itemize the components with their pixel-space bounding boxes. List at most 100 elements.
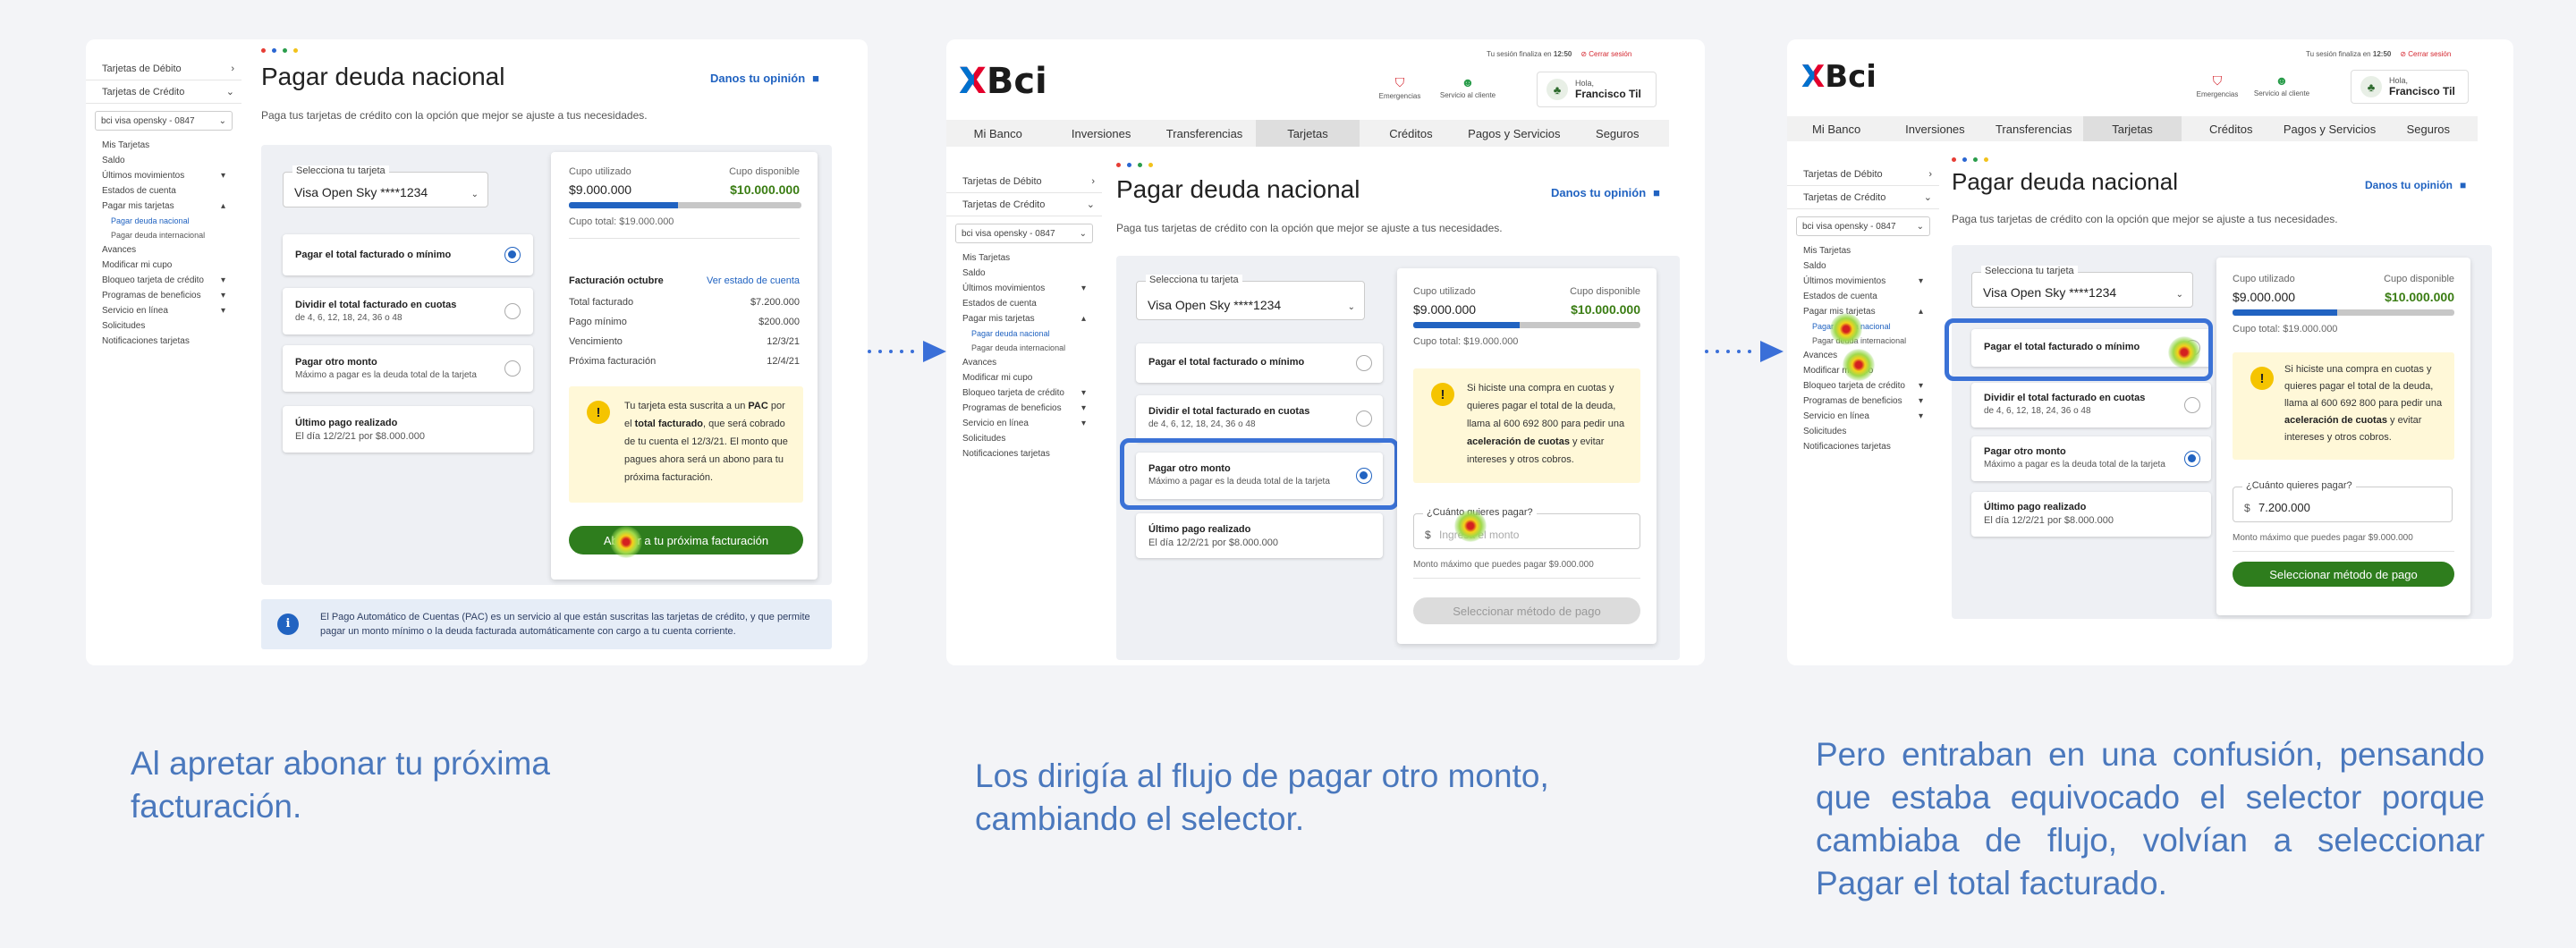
sidebar-link[interactable]: Mis Tarjetas — [946, 250, 1102, 266]
nav-pagos[interactable]: Pagos y Servicios — [1462, 120, 1565, 147]
radio-cuotas[interactable] — [1356, 411, 1372, 427]
nav-transferencias[interactable]: Transferencias — [1153, 120, 1256, 147]
nav-tarjetas[interactable]: Tarjetas — [2082, 116, 2182, 141]
sidebar-link[interactable]: Notificaciones tarjetas — [946, 446, 1102, 461]
radio-cuotas[interactable] — [2184, 397, 2200, 413]
info-icon: i — [277, 614, 299, 635]
sidebar-link[interactable]: Estados de cuenta — [1787, 289, 1939, 304]
option-total[interactable]: Pagar el total facturado o mínimo — [1136, 343, 1383, 383]
emergency-button[interactable]: ⛉ Emergencias — [2186, 73, 2249, 98]
sidebar-link[interactable]: Modificar mi cupo — [86, 258, 242, 273]
nav-creditos[interactable]: Créditos — [1360, 120, 1462, 147]
sidebar-link[interactable]: Solicitudes — [946, 431, 1102, 446]
sidebar-link[interactable]: Programas de beneficios ▾ — [1787, 394, 1939, 409]
user-menu[interactable]: ♣ Hola, Francisco Til — [1537, 72, 1657, 107]
sidebar-credito[interactable]: Tarjetas de Crédito ⌄ — [1787, 186, 1939, 209]
sidebar-link[interactable]: Últimos movimientos ▾ — [1787, 274, 1939, 289]
option-cuotas[interactable]: Dividir el total facturado en cuotas de … — [1971, 383, 2211, 427]
customer-service-button[interactable]: ☻ Servicio al cliente — [2250, 73, 2313, 97]
customer-service-button[interactable]: ☻ Servicio al cliente — [1436, 75, 1499, 99]
sidebar-link[interactable]: Avances — [946, 355, 1102, 370]
abonar-button[interactable]: Abonar a tu próxima facturación — [569, 526, 803, 554]
opinion-link[interactable]: Danos tu opinión — [1551, 186, 1660, 199]
sidebar-link[interactable]: Notificaciones tarjetas — [1787, 439, 1939, 454]
sidebar-card-select[interactable]: bci visa opensky - 0847 ⌄ — [1796, 216, 1930, 236]
metodo-pago-button[interactable]: Seleccionar método de pago — [2233, 562, 2454, 587]
metodo-pago-button[interactable]: Seleccionar método de pago — [1413, 597, 1640, 624]
sidebar-link[interactable]: Servicio en línea ▾ — [1787, 409, 1939, 424]
nav-seguros[interactable]: Seguros — [2379, 116, 2478, 141]
sidebar-link[interactable]: Notificaciones tarjetas — [86, 334, 242, 349]
sidebar-link[interactable]: Mis Tarjetas — [1787, 243, 1939, 258]
card-select[interactable]: Selecciona tu tarjeta Visa Open Sky ****… — [1971, 266, 2193, 308]
opinion-link[interactable]: Danos tu opinión — [710, 72, 819, 85]
option-otro[interactable]: Pagar otro monto Máximo a pagar es la de… — [283, 345, 533, 392]
option-cuotas[interactable]: Dividir el total facturado en cuotas de … — [283, 288, 533, 334]
sidebar-link[interactable]: Avances — [86, 242, 242, 258]
nav-mi-banco[interactable]: Mi Banco — [1787, 116, 1885, 141]
sidebar-link[interactable]: Pagar mis tarjetas ▴ — [86, 199, 242, 214]
sidebar-link[interactable]: Programas de beneficios ▾ — [946, 401, 1102, 416]
nav-transferencias[interactable]: Transferencias — [1985, 116, 2083, 141]
sidebar-link[interactable]: Saldo — [86, 153, 242, 168]
sidebar-debito[interactable]: Tarjetas de Débito › — [86, 57, 242, 80]
sidebar-link[interactable]: Servicio en línea ▾ — [946, 416, 1102, 431]
sidebar-link[interactable]: Últimos movimientos ▾ — [946, 281, 1102, 296]
logout-link[interactable]: ⊘ Cerrar sesión — [2400, 50, 2451, 58]
emergency-button[interactable]: ⛉ Emergencias — [1368, 75, 1431, 100]
nav-seguros[interactable]: Seguros — [1566, 120, 1669, 147]
option-otro[interactable]: Pagar otro monto Máximo a pagar es la de… — [1971, 436, 2211, 481]
sidebar-sublink[interactable]: Pagar deuda internacional — [1787, 334, 1939, 348]
sidebar-link[interactable]: Bloqueo tarjeta de crédito ▾ — [1787, 378, 1939, 394]
sidebar-debito[interactable]: Tarjetas de Débito › — [946, 170, 1102, 193]
logout-link[interactable]: ⊘ Cerrar sesión — [1580, 50, 1631, 58]
sidebar-link[interactable]: Servicio en línea ▾ — [86, 303, 242, 318]
sidebar-link[interactable]: Estados de cuenta — [86, 183, 242, 199]
sidebar-link[interactable]: Estados de cuenta — [946, 296, 1102, 311]
radio-otro[interactable] — [504, 360, 521, 377]
amount-input[interactable]: ¿Cuánto quieres pagar? $ 7.200.000 — [2233, 480, 2453, 522]
sidebar-link[interactable]: Solicitudes — [86, 318, 242, 334]
sidebar-link[interactable]: Modificar mi cupo — [946, 370, 1102, 385]
sidebar-link[interactable]: Pagar mis tarjetas ▴ — [946, 311, 1102, 326]
sidebar-card-select[interactable]: bci visa opensky - 0847 ⌄ — [955, 224, 1093, 243]
sidebar-sublink-active[interactable]: Pagar deuda nacional — [946, 326, 1102, 341]
option-cuotas[interactable]: Dividir el total facturado en cuotas de … — [1136, 395, 1383, 442]
sidebar-sublink[interactable]: Pagar deuda internacional — [946, 341, 1102, 355]
nav-inversiones[interactable]: Inversiones — [1049, 120, 1152, 147]
sidebar-link[interactable]: Saldo — [1787, 258, 1939, 274]
nav-pagos[interactable]: Pagos y Servicios — [2280, 116, 2378, 141]
nav-creditos[interactable]: Créditos — [2182, 116, 2280, 141]
nav-inversiones[interactable]: Inversiones — [1885, 116, 1984, 141]
sidebar-credito[interactable]: Tarjetas de Crédito ⌄ — [946, 193, 1102, 216]
opinion-link[interactable]: Danos tu opinión — [2365, 179, 2466, 191]
sidebar-sublink-active[interactable]: Pagar deuda nacional — [1787, 319, 1939, 334]
nav-mi-banco[interactable]: Mi Banco — [946, 120, 1049, 147]
sidebar-link[interactable]: Solicitudes — [1787, 424, 1939, 439]
amount-input[interactable]: ¿Cuánto quieres pagar? $ Ingresa el mont… — [1413, 507, 1640, 549]
sidebar-card-select[interactable]: bci visa opensky - 0847 ⌄ — [95, 111, 233, 131]
sidebar-link[interactable]: Últimos movimientos ▾ — [86, 168, 242, 183]
nav-tarjetas[interactable]: Tarjetas — [1256, 120, 1360, 147]
option-total[interactable]: Pagar el total facturado o mínimo — [283, 234, 533, 275]
card-select[interactable]: Selecciona tu tarjeta Visa Open Sky ****… — [1136, 275, 1365, 320]
radio-cuotas[interactable] — [504, 303, 521, 319]
main-nav: Mi Banco Inversiones Transferencias Tarj… — [1787, 116, 2478, 141]
sidebar-link[interactable]: Saldo — [946, 266, 1102, 281]
sidebar-link[interactable]: Bloqueo tarjeta de crédito ▾ — [946, 385, 1102, 401]
sidebar-credito[interactable]: Tarjetas de Crédito ⌄ — [86, 80, 242, 104]
shield-icon: ⛉ — [2212, 73, 2223, 88]
sidebar-sublink-active[interactable]: Pagar deuda nacional — [86, 214, 242, 228]
user-menu[interactable]: ♣ Hola, Francisco Til — [2351, 70, 2469, 104]
sidebar-link[interactable]: Programas de beneficios ▾ — [86, 288, 242, 303]
ver-estado-link[interactable]: Ver estado de cuenta — [707, 275, 800, 286]
sidebar-sublink[interactable]: Pagar deuda internacional — [86, 228, 242, 242]
sidebar-link[interactable]: Bloqueo tarjeta de crédito ▾ — [86, 273, 242, 288]
radio-otro[interactable] — [2184, 451, 2200, 467]
card-select[interactable]: Selecciona tu tarjeta Visa Open Sky ****… — [283, 165, 488, 207]
radio-total[interactable] — [504, 247, 521, 263]
radio-total[interactable] — [1356, 355, 1372, 371]
sidebar-debito[interactable]: Tarjetas de Débito › — [1787, 163, 1939, 186]
sidebar-link[interactable]: Mis Tarjetas — [86, 138, 242, 153]
sidebar-link[interactable]: Pagar mis tarjetas ▴ — [1787, 304, 1939, 319]
